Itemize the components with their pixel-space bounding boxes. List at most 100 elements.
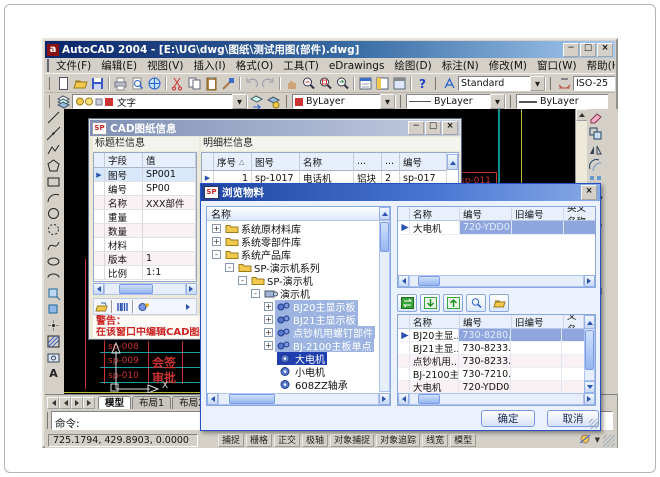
- collapse-icon[interactable]: -: [251, 289, 260, 298]
- cell-name[interactable]: BJ20主显...: [410, 329, 459, 342]
- cell-value[interactable]: [143, 210, 196, 224]
- save-icon[interactable]: [89, 76, 106, 92]
- upload-icon[interactable]: [443, 294, 463, 312]
- col-dots2[interactable]: ...: [382, 153, 400, 171]
- style-combo[interactable]: Standard ▼: [458, 76, 546, 91]
- titleblock-hscrollbar[interactable]: [93, 283, 197, 295]
- table-row[interactable]: 比例 1:1: [94, 266, 196, 280]
- cell-field[interactable]: 名称: [105, 196, 143, 210]
- scroll-left-icon[interactable]: [398, 393, 409, 405]
- menu-help[interactable]: 帮助(H): [582, 58, 615, 73]
- cell-code[interactable]: 720-YDD0...: [460, 221, 512, 235]
- cell-name[interactable]: BJ-2100主...: [410, 368, 459, 381]
- tree-item[interactable]: 608ZZ轴承: [208, 378, 380, 391]
- toolbar-handle[interactable]: [399, 95, 403, 108]
- maximize-button[interactable]: □: [580, 43, 596, 57]
- cell-value[interactable]: [143, 238, 196, 252]
- search-icon[interactable]: [466, 294, 486, 312]
- collapse-icon[interactable]: -: [225, 263, 234, 272]
- copy-icon[interactable]: [186, 76, 203, 92]
- layer-combo[interactable]: 文字 ▼: [72, 94, 248, 109]
- open-record-icon[interactable]: [94, 299, 109, 315]
- collapse-icon[interactable]: -: [238, 276, 247, 285]
- linetype-dropdown-icon[interactable]: ▼: [490, 94, 505, 109]
- toggle-osnap[interactable]: 对象捕捉: [330, 434, 374, 447]
- tab-layout1[interactable]: 布局1: [132, 396, 171, 410]
- cad-info-minimize-button[interactable]: ─: [408, 121, 424, 135]
- undo-icon[interactable]: [243, 76, 260, 92]
- construction-line-icon[interactable]: [45, 125, 62, 141]
- scroll-right-icon[interactable]: [379, 393, 390, 405]
- dimstyle-combo[interactable]: ISO-25 ▼: [573, 76, 615, 91]
- spline-icon[interactable]: [45, 237, 62, 253]
- open-folder-icon[interactable]: [489, 294, 509, 312]
- toolbar-handle[interactable]: [48, 95, 52, 108]
- col-enname[interactable]: 英文名称: [564, 207, 595, 221]
- cell-name[interactable]: 点钞机用...: [410, 355, 459, 368]
- toggle-ortho[interactable]: 正交: [274, 434, 300, 447]
- scroll-up-icon[interactable]: [379, 207, 390, 220]
- table-row[interactable]: 名称 XXX部件: [94, 196, 196, 210]
- scroll-right-icon[interactable]: [186, 283, 197, 295]
- cut-icon[interactable]: [169, 76, 186, 92]
- ok-button[interactable]: 确定: [481, 410, 535, 427]
- style-dropdown-icon[interactable]: ▼: [530, 76, 545, 91]
- toolbar-handle[interactable]: [549, 77, 553, 90]
- toolbar-more-icon[interactable]: [186, 304, 193, 310]
- color-combo[interactable]: ByLayer ▼: [292, 94, 396, 109]
- color-dropdown-icon[interactable]: ▼: [380, 94, 395, 109]
- offset-icon[interactable]: [587, 157, 604, 173]
- col-name[interactable]: 名称: [410, 315, 460, 329]
- dialog-resize-grip[interactable]: [589, 419, 599, 429]
- zoom-previous-icon[interactable]: [334, 76, 351, 92]
- cell-field[interactable]: 编号: [105, 182, 143, 196]
- col-field[interactable]: 字段: [105, 153, 143, 168]
- copy-object-icon[interactable]: [587, 125, 604, 141]
- help-icon[interactable]: ?: [414, 76, 431, 92]
- mirror-icon[interactable]: [587, 141, 604, 157]
- cell-oldcode[interactable]: [511, 355, 562, 368]
- match-properties-icon[interactable]: [220, 76, 237, 92]
- table-row[interactable]: 点钞机用... 730-8233...: [398, 355, 595, 368]
- table-row[interactable]: 编号 SP00: [94, 182, 196, 196]
- cell-field[interactable]: 重量: [105, 210, 143, 224]
- close-button[interactable]: ×: [597, 43, 613, 57]
- title-bar[interactable]: a AutoCAD 2004 - [E:\UG\dwg\图纸\测试用图(部件).…: [45, 41, 615, 58]
- cell-field[interactable]: 版本: [105, 252, 143, 266]
- toggle-polar[interactable]: 极轴: [302, 434, 328, 447]
- tree-item[interactable]: 小电机: [208, 365, 380, 378]
- zoom-window-icon[interactable]: [317, 76, 334, 92]
- layers-icon[interactable]: [55, 94, 72, 110]
- cell-name[interactable]: BJ21主显...: [410, 342, 459, 355]
- tree-hscrollbar[interactable]: [207, 393, 390, 405]
- scroll-left-icon[interactable]: [93, 283, 104, 295]
- minimize-button[interactable]: ─: [563, 43, 579, 57]
- mtext-icon[interactable]: A: [45, 365, 62, 381]
- tab-first-icon[interactable]: [47, 397, 59, 409]
- line-icon[interactable]: [45, 109, 62, 125]
- layer-dropdown-icon[interactable]: ▼: [232, 94, 247, 109]
- preview-icon[interactable]: [129, 76, 146, 92]
- redo-icon[interactable]: [260, 76, 277, 92]
- table-row[interactable]: 版本 1: [94, 252, 196, 266]
- cell-value[interactable]: [143, 224, 196, 238]
- revision-cloud-icon[interactable]: [45, 221, 62, 237]
- tree-item[interactable]: 大电机: [208, 352, 380, 365]
- properties-icon[interactable]: [357, 76, 374, 92]
- menu-format[interactable]: 格式(O): [231, 58, 278, 73]
- add-gear-icon[interactable]: [136, 299, 151, 315]
- table-row[interactable]: BJ21主显... 730-8233...: [398, 342, 595, 355]
- scroll-up-icon[interactable]: [447, 154, 458, 170]
- circle-icon[interactable]: [45, 205, 62, 221]
- titleblock-grid[interactable]: 字段 值 ▶ 图号 SP001 编号 SP00 名称 XXX部件 重量: [93, 152, 197, 282]
- point-icon[interactable]: [45, 317, 62, 333]
- expand-icon[interactable]: +: [264, 302, 273, 311]
- table-row[interactable]: 数量: [94, 224, 196, 238]
- cell-enname[interactable]: [564, 221, 595, 235]
- col-oldcode[interactable]: 旧编号: [512, 207, 564, 221]
- tab-next-icon[interactable]: [71, 397, 83, 409]
- linetype-combo[interactable]: ByLayer ▼: [406, 94, 506, 109]
- tool-palettes-icon[interactable]: [391, 76, 408, 92]
- table-row[interactable]: 材料: [94, 238, 196, 252]
- table-row[interactable]: ▶ 图号 SP001: [94, 168, 196, 182]
